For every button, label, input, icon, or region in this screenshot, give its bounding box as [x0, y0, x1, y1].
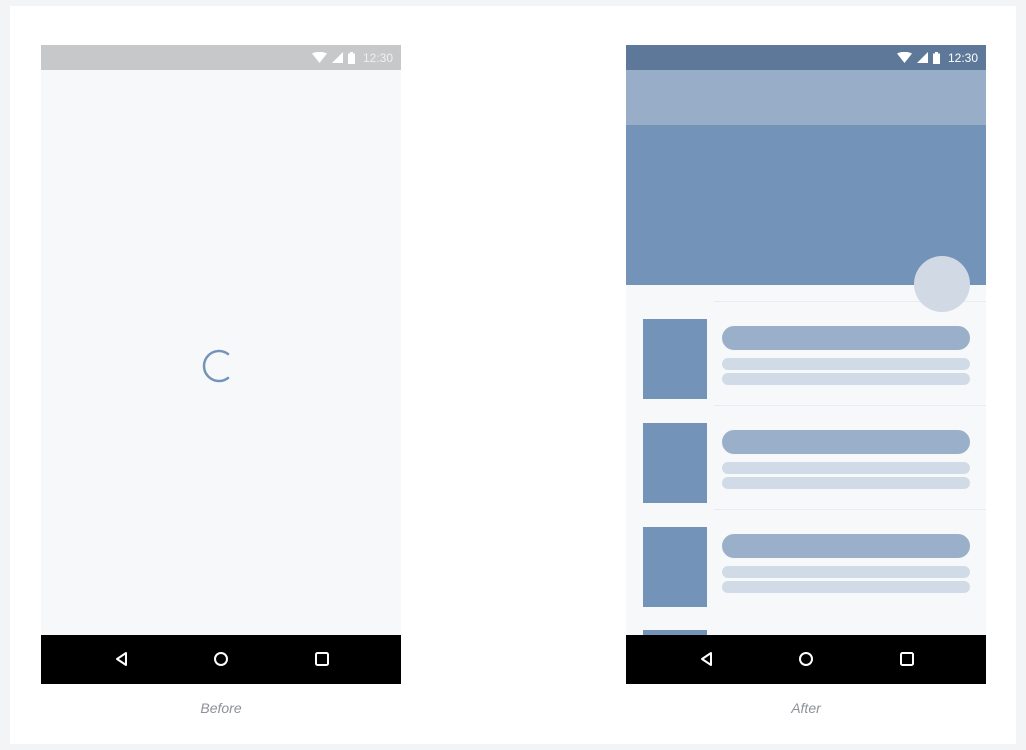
phone-after: 12:30 — [626, 45, 986, 684]
back-icon[interactable] — [695, 647, 719, 671]
wifi-icon — [311, 52, 327, 63]
title-placeholder — [722, 326, 970, 350]
nav-bar — [41, 635, 401, 684]
thumbnail-placeholder — [643, 319, 707, 399]
status-bar: 12:30 — [626, 45, 986, 70]
list-item[interactable] — [626, 405, 986, 509]
thumbnail-placeholder — [643, 527, 707, 607]
home-icon[interactable] — [794, 647, 818, 671]
battery-icon — [932, 51, 940, 64]
status-time: 12:30 — [362, 50, 393, 65]
caption-after: After — [791, 700, 821, 716]
text-line-placeholder — [722, 566, 970, 578]
cell-signal-icon — [331, 52, 343, 63]
text-line-placeholder — [722, 477, 970, 489]
status-icons: 12:30 — [896, 45, 978, 70]
list-item[interactable] — [626, 301, 986, 405]
recents-icon[interactable] — [895, 647, 919, 671]
caption-before: Before — [200, 700, 242, 716]
battery-icon — [347, 51, 355, 64]
title-placeholder — [722, 430, 970, 454]
profile-avatar-placeholder[interactable] — [914, 256, 970, 312]
nav-bar — [626, 635, 986, 684]
spinner-icon — [201, 346, 241, 391]
list-divider — [714, 405, 986, 406]
status-bar: 12:30 — [41, 45, 401, 70]
back-icon[interactable] — [110, 647, 134, 671]
cell-signal-icon — [916, 52, 928, 63]
title-placeholder — [722, 534, 970, 558]
list-divider — [714, 509, 986, 510]
text-line-placeholder — [722, 358, 970, 370]
status-time: 12:30 — [947, 50, 978, 65]
text-line-placeholder — [722, 462, 970, 474]
recents-icon[interactable] — [310, 647, 334, 671]
text-line-placeholder — [722, 373, 970, 385]
status-icons: 12:30 — [311, 45, 393, 70]
home-icon[interactable] — [209, 647, 233, 671]
wifi-icon — [896, 52, 912, 63]
list-item[interactable] — [626, 509, 986, 613]
app-bar — [626, 70, 986, 125]
text-line-placeholder — [722, 581, 970, 593]
thumbnail-placeholder — [643, 423, 707, 503]
phone-before: 12:30 — [41, 45, 401, 684]
